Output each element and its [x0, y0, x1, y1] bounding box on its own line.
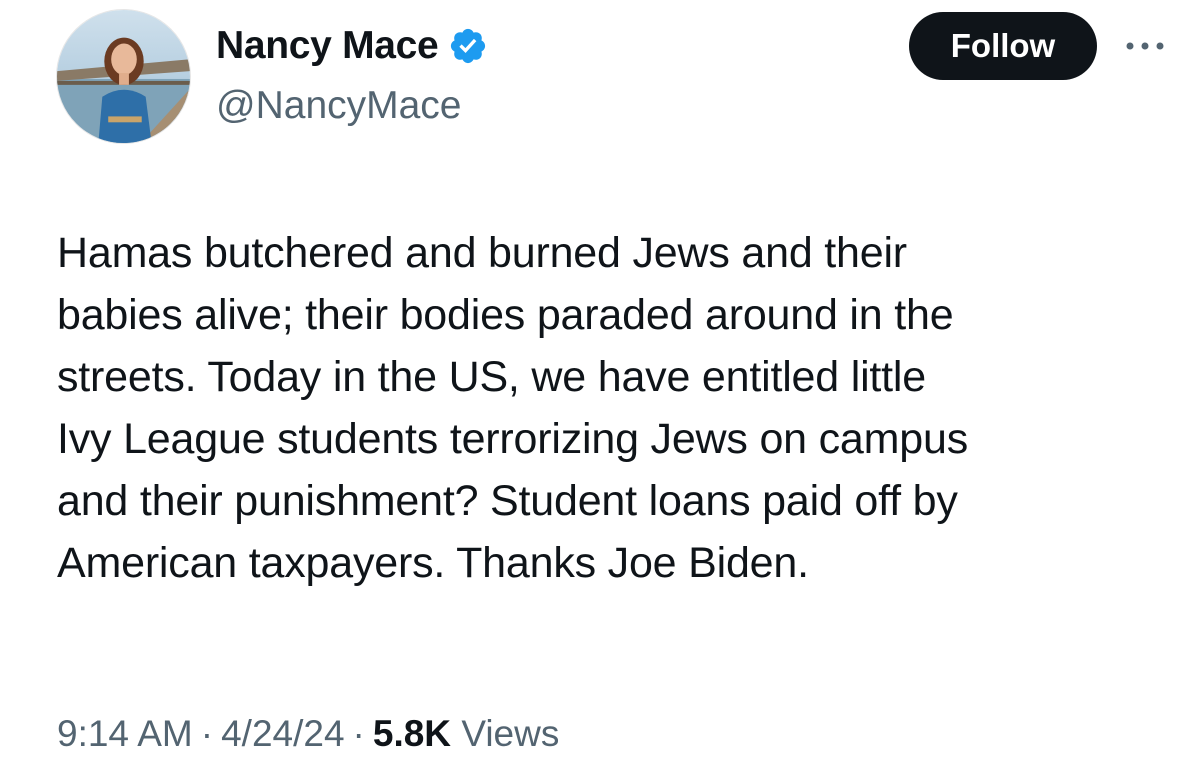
- tweet-card: Nancy Mace @NancyMace Follow Hamas butch…: [0, 0, 1200, 776]
- views-label: Views: [461, 713, 560, 754]
- name-row: Nancy Mace: [216, 22, 488, 70]
- tweet-text-line: and their punishment? Student loans paid…: [57, 477, 958, 525]
- tweet-text: Hamas butchered and burned Jews and thei…: [57, 222, 1167, 594]
- meta-separator: ·: [200, 713, 214, 754]
- tweet-text-line: Hamas butchered and burned Jews and thei…: [57, 229, 907, 277]
- tweet-text-line: streets. Today in the US, we have entitl…: [57, 353, 926, 401]
- display-name[interactable]: Nancy Mace: [216, 22, 439, 70]
- meta-separator: ·: [352, 713, 365, 754]
- handle[interactable]: @NancyMace: [216, 82, 462, 130]
- verified-badge-icon[interactable]: [448, 26, 488, 66]
- avatar[interactable]: [56, 9, 191, 144]
- avatar-photo-icon: [57, 10, 190, 143]
- tweet-time[interactable]: 9:14 AM: [57, 713, 193, 754]
- tweet-text-line: babies alive; their bodies paraded aroun…: [57, 291, 954, 339]
- tweet-date[interactable]: 4/24/24: [221, 713, 344, 754]
- more-horizontal-icon[interactable]: [1124, 34, 1166, 58]
- follow-button[interactable]: Follow: [909, 12, 1097, 80]
- tweet-meta: 9:14 AM · 4/24/24 · 5.8K Views: [57, 711, 559, 757]
- views-count[interactable]: 5.8K: [373, 713, 451, 754]
- tweet-text-line: Ivy League students terrorizing Jews on …: [57, 415, 968, 463]
- tweet-text-line: American taxpayers. Thanks Joe Biden.: [57, 539, 809, 587]
